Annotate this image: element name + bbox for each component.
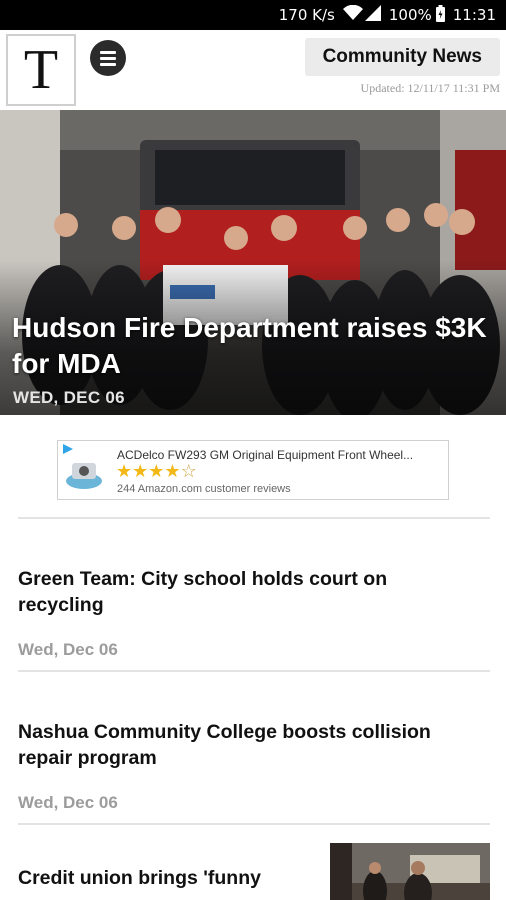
menu-icon-bar <box>100 62 116 66</box>
star-icon: ★ <box>164 461 181 481</box>
article-title[interactable]: Green Team: City school holds court on r… <box>18 566 398 618</box>
network-speed: 170 K/s <box>278 6 335 24</box>
product-image <box>66 463 102 489</box>
signal-icon <box>364 5 381 25</box>
ad-rating-stars: ★★★★☆ <box>116 461 197 482</box>
status-bar: 170 K/s 100% 11:31 <box>0 0 506 30</box>
ad-reviews: 244 Amazon.com customer reviews <box>117 483 291 495</box>
article-date: Wed, Dec 06 <box>18 640 118 659</box>
clock: 11:31 <box>452 6 496 24</box>
menu-button[interactable] <box>90 40 126 76</box>
hero-story[interactable]: Hudson Fire Department raises $3K for MD… <box>0 110 506 415</box>
hero-date: WED, DEC 06 <box>13 388 125 407</box>
divider <box>18 517 490 519</box>
star-outline-icon: ☆ <box>180 461 197 481</box>
updated-timestamp: Updated: 12/11/17 11:31 PM <box>360 81 500 95</box>
hero-headline[interactable]: Hudson Fire Department raises $3K for MD… <box>12 310 492 382</box>
app-header: T Community News Updated: 12/11/17 11:31… <box>0 30 506 110</box>
article-thumbnail-image <box>330 843 490 900</box>
menu-icon-bar <box>100 50 116 54</box>
article-title[interactable]: Nashua Community College boosts collisio… <box>18 719 478 771</box>
section-label: Community News <box>322 46 482 67</box>
battery-icon <box>435 4 445 26</box>
sponsored-ad[interactable]: ACDelco FW293 GM Original Equipment Fron… <box>57 440 449 500</box>
divider <box>18 670 490 672</box>
article-title[interactable]: Credit union brings 'funny <box>18 865 318 891</box>
article-thumbnail[interactable] <box>330 843 490 900</box>
star-icon: ★ <box>148 461 165 481</box>
divider <box>18 823 490 825</box>
ad-title[interactable]: ACDelco FW293 GM Original Equipment Fron… <box>117 448 443 462</box>
article-date: Wed, Dec 06 <box>18 793 118 812</box>
wifi-icon <box>342 4 363 25</box>
battery-level: 100% <box>388 6 432 24</box>
section-selector[interactable]: Community News <box>304 38 500 76</box>
star-icon: ★ <box>132 461 149 481</box>
telegraph-logo[interactable]: T <box>6 34 76 106</box>
logo-letter: T <box>23 39 59 101</box>
menu-icon-bar <box>100 56 116 60</box>
star-icon: ★ <box>116 461 133 481</box>
